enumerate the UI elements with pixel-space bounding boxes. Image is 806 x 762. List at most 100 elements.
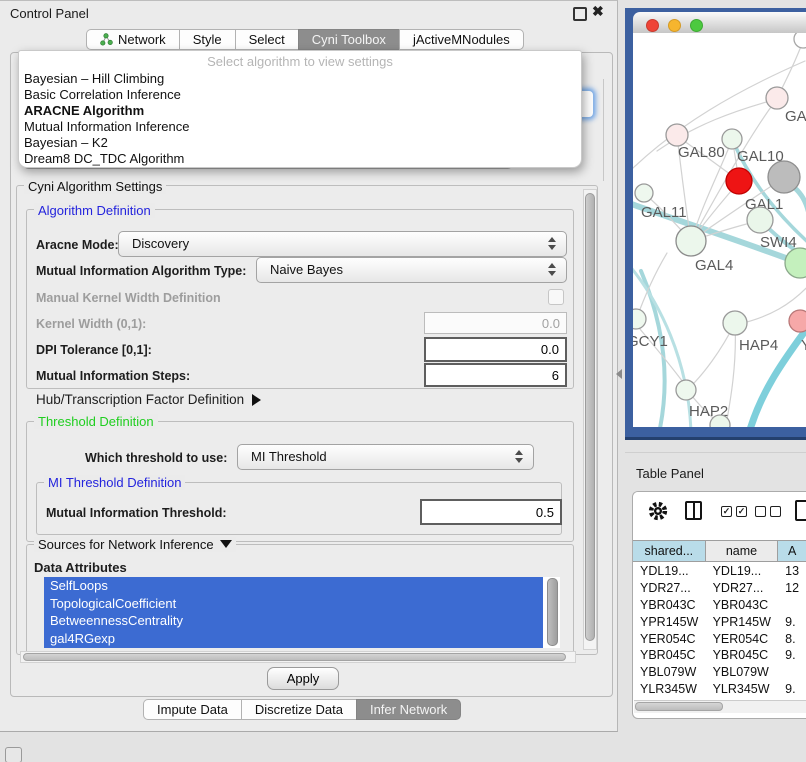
network-node-gcy1[interactable] (633, 309, 646, 329)
tab-discretize-data[interactable]: Discretize Data (241, 699, 356, 720)
column-header-name[interactable]: name (706, 541, 779, 561)
select-all-columns-icon[interactable]: ✓✓ (721, 506, 747, 517)
network-node[interactable] (747, 207, 773, 233)
close-icon[interactable]: ✖ (592, 3, 604, 20)
which-threshold-combo[interactable]: MI Threshold (237, 444, 534, 470)
data-attributes-label: Data Attributes (34, 560, 127, 575)
network-node-gal4[interactable] (676, 226, 706, 256)
table-cell[interactable] (778, 664, 806, 681)
algorithm-definition-legend: Algorithm Definition (34, 203, 155, 218)
data-attributes-list[interactable]: SelfLoopsTopologicalCoefficientBetweenne… (44, 577, 560, 648)
dpi-tolerance-field[interactable] (424, 337, 567, 362)
apply-button[interactable]: Apply (267, 667, 339, 690)
table-cell[interactable]: YDR27... (633, 580, 706, 597)
columns-icon[interactable] (685, 501, 702, 520)
table-row[interactable]: YBL079WYBL079W (633, 664, 806, 681)
network-node-hap2[interactable] (676, 380, 696, 400)
column-header-a[interactable]: A (778, 541, 806, 561)
table-cell[interactable]: 8. (778, 631, 806, 648)
minimized-panel-button[interactable] (5, 747, 22, 762)
table-horizontal-scrollbar[interactable] (634, 700, 806, 713)
table-cell[interactable]: 13 (778, 563, 806, 580)
deselect-all-columns-icon[interactable] (755, 506, 781, 517)
table-row[interactable]: YBR045CYBR045C9. (633, 647, 806, 664)
algorithm-option-aracne-algorithm[interactable]: ARACNE Algorithm (19, 103, 581, 119)
table-cell[interactable]: YBL079W (633, 664, 706, 681)
table-row[interactable]: YDR27...YDR27...12 (633, 580, 806, 597)
algorithm-option-basic-correlation-inference[interactable]: Basic Correlation Inference (19, 87, 581, 103)
table-cell[interactable]: YER054C (706, 631, 779, 648)
close-traffic-light-icon[interactable] (646, 19, 659, 32)
network-node-gal11[interactable] (635, 184, 653, 202)
tab-select[interactable]: Select (235, 29, 298, 50)
network-node-gal1[interactable] (726, 168, 752, 194)
mi-algorithm-type-combo[interactable]: Naive Bayes (256, 257, 567, 283)
table-cell[interactable]: YBR045C (633, 647, 706, 664)
tab-impute-data[interactable]: Impute Data (143, 699, 241, 720)
network-node[interactable] (794, 33, 806, 48)
zoom-traffic-light-icon[interactable] (690, 19, 703, 32)
table-cell[interactable]: YER054C (633, 631, 706, 648)
table-row[interactable]: YLR345WYLR345W9. (633, 681, 806, 698)
table-cell[interactable]: YDL19... (633, 563, 706, 580)
table-cell[interactable]: YPR145W (706, 614, 779, 631)
table-cell[interactable]: YBR045C (706, 647, 779, 664)
table-cell[interactable]: 9. (778, 614, 806, 631)
network-canvas[interactable]: GALGAL80GAL10GAL1GAL11GAL4SWI4GCY1HAP4YH… (633, 33, 806, 427)
file-icon[interactable] (795, 500, 806, 521)
tab-network[interactable]: Network (86, 29, 179, 50)
tab-infer-network[interactable]: Infer Network (356, 699, 461, 720)
network-node-swi4[interactable] (785, 248, 806, 278)
aracne-mode-combo[interactable]: Discovery (118, 231, 567, 257)
table-row[interactable]: YBR043CYBR043C (633, 597, 806, 614)
table-cell[interactable]: YLR345W (706, 681, 779, 698)
table-cell[interactable]: 12 (778, 580, 806, 597)
table-cell[interactable]: YDL19... (706, 563, 779, 580)
tab-cyni-toolbox[interactable]: Cyni Toolbox (298, 29, 399, 50)
network-node-y[interactable] (789, 310, 806, 332)
table-row[interactable]: YDL19...YDL19...13 (633, 563, 806, 580)
table-cell[interactable] (778, 597, 806, 614)
table-cell[interactable]: 9. (778, 681, 806, 698)
network-node[interactable] (768, 161, 800, 193)
network-node-gal10[interactable] (722, 129, 742, 149)
table-row[interactable]: YER054CYER054C8. (633, 631, 806, 648)
data-attribute-item-gal4rgexp[interactable]: gal4RGexp (44, 630, 543, 648)
splitter-collapse-icon[interactable] (616, 369, 622, 379)
algorithm-option-bayesian-k2[interactable]: Bayesian – K2 (19, 135, 581, 151)
list-vertical-scrollbar[interactable] (547, 578, 558, 646)
tab-style[interactable]: Style (179, 29, 235, 50)
sources-legend[interactable]: Sources for Network Inference (34, 537, 236, 552)
table-cell[interactable]: YBR043C (706, 597, 779, 614)
table-cell[interactable]: YBL079W (706, 664, 779, 681)
hub-definition-toggle[interactable]: Hub/Transcription Factor Definition (36, 392, 261, 407)
settings-horizontal-scrollbar[interactable] (20, 651, 576, 663)
table-cell[interactable]: YPR145W (633, 614, 706, 631)
table-cell[interactable]: YLR345W (633, 681, 706, 698)
algorithm-option-dream8-dc-tdc-algorithm[interactable]: Dream8 DC_TDC Algorithm (19, 151, 581, 167)
tab-jactivemnodules[interactable]: jActiveMNodules (399, 29, 524, 50)
float-window-icon[interactable] (573, 7, 587, 21)
table-cell[interactable]: YBR043C (633, 597, 706, 614)
settings-vertical-scrollbar[interactable] (583, 189, 597, 650)
table-cell[interactable]: 9. (778, 647, 806, 664)
gear-icon[interactable] (647, 500, 669, 522)
algorithm-option-bayesian-hill-climbing[interactable]: Bayesian – Hill Climbing (19, 71, 581, 87)
network-edge[interactable] (779, 41, 803, 95)
minimize-traffic-light-icon[interactable] (668, 19, 681, 32)
data-attribute-item-topologicalcoefficient[interactable]: TopologicalCoefficient (44, 595, 543, 613)
network-node-hap4[interactable] (723, 311, 747, 335)
data-attribute-item-betweennesscentrality[interactable]: BetweennessCentrality (44, 612, 543, 630)
mi-steps-field[interactable] (424, 363, 567, 387)
table-row[interactable]: YPR145WYPR145W9. (633, 614, 806, 631)
column-header-shared-[interactable]: shared... (633, 541, 706, 561)
manual-kernel-width-checkbox[interactable] (548, 289, 564, 305)
network-node-gal[interactable] (766, 87, 788, 109)
algorithm-option-mutual-information-inference[interactable]: Mutual Information Inference (19, 119, 581, 135)
table-cell[interactable]: YDR27... (706, 580, 779, 597)
mi-threshold-field[interactable] (420, 499, 562, 525)
data-attribute-item-selfloops[interactable]: SelfLoops (44, 577, 543, 595)
kernel-width-field[interactable] (424, 312, 567, 334)
network-node-gal80[interactable] (666, 124, 688, 146)
network-window-titlebar[interactable] (633, 12, 806, 34)
